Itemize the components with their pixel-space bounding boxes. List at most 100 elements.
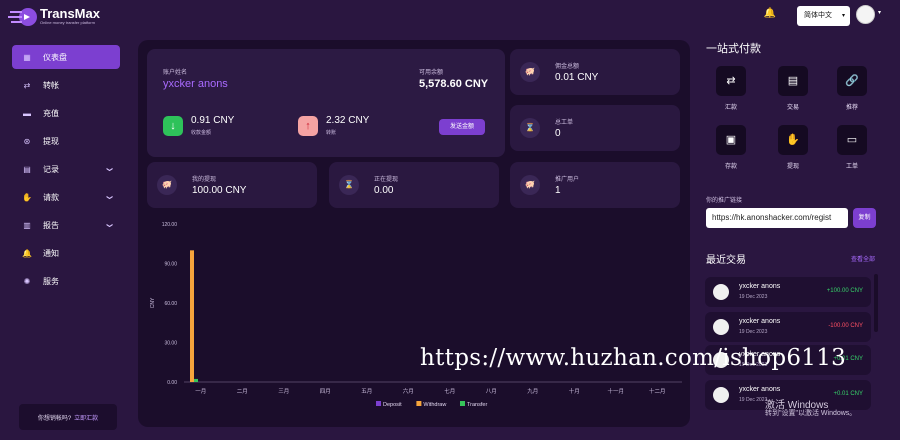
copy-link-button[interactable]: 复制 (853, 208, 876, 228)
windows-activation-hint: 转到"设置"以激活 Windows。 (765, 410, 857, 417)
y-tick-label: 120.00 (162, 222, 178, 228)
x-tick-label: 五月 (361, 388, 372, 395)
transaction-row[interactable]: yxcker anons 19 Dec 2023 -100.00 CNY (705, 312, 871, 342)
quick-action-label[interactable]: 提现 (778, 161, 808, 170)
stat-label: 正在提现 (374, 177, 399, 183)
y-axis-label: CNY (150, 297, 156, 308)
x-tick-label: 三月 (278, 388, 289, 395)
y-tick-label: 30.00 (164, 341, 177, 347)
close-account-prompt: 你想销帐吗? 立即汇款 (19, 404, 117, 430)
notification-bell-icon[interactable]: 🔔 (762, 8, 778, 24)
referral-link-input[interactable]: https://hk.anonshacker.com/regist (706, 208, 848, 228)
legend-label[interactable]: Withdraw (423, 402, 446, 408)
link-icon[interactable]: 🔗 (837, 66, 867, 96)
sidebar-item-8[interactable]: ✺ 服务 (12, 269, 120, 293)
view-all-link[interactable]: 查看全部 (851, 254, 875, 263)
account-name-label: 账户姓名 (163, 70, 188, 76)
withdraw-icon: ⊛ (23, 136, 31, 146)
recent-scrollbar[interactable] (874, 274, 878, 332)
sidebar-item-0[interactable]: ▦ 仪表盘 (12, 45, 120, 69)
transaction-date: 19 Dec 2023 (739, 397, 768, 403)
quick-action-label[interactable]: 工单 (837, 161, 867, 170)
hourglass-icon: ⌛ (520, 118, 540, 138)
recent-transactions-title: 最近交易 (706, 255, 746, 266)
transaction-amount: +100.00 CNY (826, 288, 863, 294)
send-amount-button[interactable]: 发送金额 (439, 119, 485, 135)
sidebar-item-6[interactable]: ▥ 报告 ❯ (12, 213, 120, 237)
sidebar-item-label: 充值 (43, 108, 59, 118)
y-tick-label: 60.00 (164, 301, 177, 307)
bell-icon: 🔔 (22, 248, 32, 258)
quick-action-label[interactable]: 存款 (716, 161, 746, 170)
user-avatar[interactable] (856, 5, 875, 24)
sidebar-item-7[interactable]: 🔔 通知 (12, 241, 120, 265)
stat-label: 总工单 (555, 120, 574, 126)
sidebar-item-label: 报告 (43, 220, 59, 230)
available-balance: 5,578.60 CNY (419, 78, 489, 90)
x-tick-label: 一月 (195, 388, 206, 395)
stat-card: 🐖 我的提现 100.00 CNY (147, 162, 317, 208)
chevron-down-icon[interactable]: ❯ (106, 166, 113, 171)
sidebar-item-label: 记录 (43, 164, 59, 174)
transfer-label: 转账 (326, 130, 337, 136)
y-tick-label: 0.00 (167, 380, 177, 386)
x-tick-label: 四月 (320, 388, 331, 395)
legend-label[interactable]: Transfer (467, 402, 487, 408)
bar-withdraw (190, 250, 194, 382)
language-select[interactable]: 简体中文 ▾ (797, 6, 850, 26)
x-tick-label: 二月 (237, 388, 248, 395)
sidebar: ▦ 仪表盘 ⇄ 转帐 ▬ 充值 ⊛ 提现 ▤ 记录 ❯ ✋ 请款 ❯ ▥ 报告 ❯ 🔔 通知 ✺ 服务 (0, 40, 128, 440)
chevron-down-icon: ▾ (841, 13, 845, 19)
stat-card: ⌛ 正在提现 0.00 (329, 162, 499, 208)
transaction-date: 19 Dec 2023 (739, 294, 768, 300)
transaction-row[interactable]: yxcker anons 19 Dec 2023 +100.00 CNY (705, 277, 871, 307)
globe-icon: ✺ (23, 276, 31, 286)
referral-label: 你的推广链接 (706, 198, 743, 204)
exchange-icon[interactable]: ⇄ (716, 66, 746, 96)
piggy-bank-icon: 🐖 (520, 175, 540, 195)
quick-pay-title: 一站式付款 (706, 43, 761, 55)
x-tick-label: 八月 (486, 388, 497, 395)
ticket-icon[interactable]: ▭ (837, 125, 867, 155)
document-icon[interactable]: ▤ (778, 66, 808, 96)
x-tick-label: 九月 (527, 387, 538, 395)
sidebar-item-3[interactable]: ⊛ 提现 (12, 129, 120, 153)
sidebar-item-2[interactable]: ▬ 充值 (12, 101, 120, 125)
quick-action-label[interactable]: 推荐 (837, 102, 867, 111)
sidebar-item-1[interactable]: ⇄ 转帐 (12, 73, 120, 97)
chevron-down-icon[interactable]: ❯ (106, 194, 113, 199)
avatar (713, 319, 729, 335)
y-tick-label: 90.00 (164, 262, 177, 268)
transaction-date: 19 Dec 2023 (739, 329, 768, 335)
account-name: yxcker anons (163, 78, 228, 90)
right-panel: 一站式付款 ⇄ 汇款 ▤ 交易 🔗 推荐 ▣ 存款 ✋ 提现 ▭ 工单 你的推广链接 https://… (696, 34, 894, 434)
received-label: 收款金额 (191, 130, 212, 136)
stat-label: 我的提现 (192, 177, 217, 183)
x-tick-label: 十月 (569, 387, 580, 395)
chevron-down-icon[interactable]: ▾ (878, 9, 881, 16)
stat-card: ⌛ 总工单 0 (510, 105, 680, 151)
quick-action-label[interactable]: 交易 (778, 102, 808, 111)
transmax-logo (8, 8, 37, 26)
remit-now-link[interactable]: 立即汇款 (74, 413, 98, 422)
x-tick-label: 十一月 (607, 387, 624, 395)
piggy-bank-icon: 🐖 (157, 175, 177, 195)
wallet-icon[interactable]: ▣ (716, 125, 746, 155)
transaction-name: yxcker anons (739, 318, 781, 325)
quick-action-label[interactable]: 汇款 (716, 102, 746, 111)
stat-value: 0.01 CNY (555, 72, 599, 83)
stat-value: 0.00 (374, 185, 394, 196)
avatar (713, 387, 729, 403)
hand-money-icon[interactable]: ✋ (778, 125, 808, 155)
chevron-down-icon[interactable]: ❯ (106, 222, 113, 227)
language-value: 简体中文 (804, 12, 832, 19)
legend-label[interactable]: Deposit (383, 402, 402, 408)
transaction-amount: -100.00 CNY (828, 323, 863, 329)
sidebar-item-4[interactable]: ▤ 记录 ❯ (12, 157, 120, 181)
available-balance-label: 可用余额 (419, 70, 444, 76)
stat-label: 佣金总额 (555, 64, 580, 70)
transfer-amount: 2.32 CNY (326, 115, 370, 126)
legend-swatch (460, 401, 465, 406)
hourglass-icon: ⌛ (339, 175, 359, 195)
sidebar-item-5[interactable]: ✋ 请款 ❯ (12, 185, 120, 209)
